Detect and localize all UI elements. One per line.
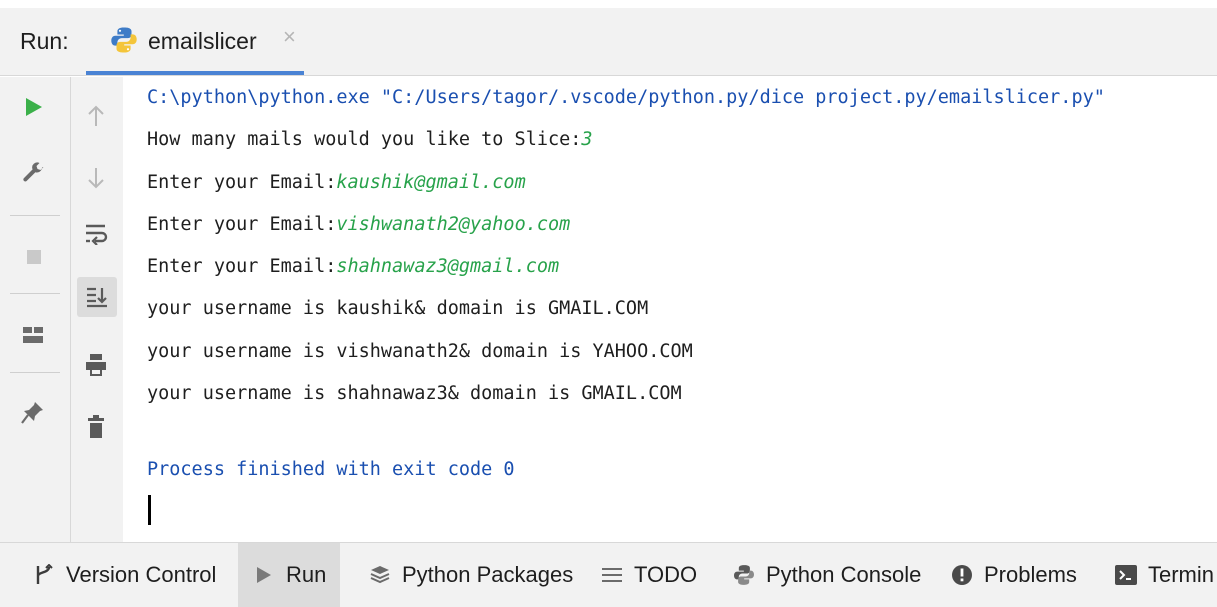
run-icon[interactable] — [20, 93, 48, 121]
console-command-line: C:\python\python.exe "C:/Users/tagor/.vs… — [147, 87, 1105, 108]
console-input: shahnawaz3@gmail.com — [336, 256, 560, 277]
tab-terminal[interactable]: Termin — [1114, 543, 1214, 607]
run-toolbar-secondary — [71, 77, 123, 542]
print-icon[interactable] — [81, 350, 111, 380]
soft-wrap-icon[interactable] — [81, 219, 111, 249]
stop-icon[interactable] — [20, 243, 48, 271]
tab-label: Run — [286, 562, 327, 587]
run-icon — [252, 563, 276, 587]
tab-title: emailslicer — [148, 28, 257, 54]
tab-version-control[interactable]: Version Control — [32, 543, 216, 607]
version-control-icon — [32, 563, 56, 587]
layout-icon[interactable] — [18, 320, 48, 350]
packages-icon — [368, 563, 392, 587]
run-panel-label: Run: — [20, 28, 69, 54]
tab-emailslicer[interactable]: emailslicer × — [86, 8, 304, 75]
text-caret — [148, 495, 151, 525]
console-prompt: How many mails would you like to Slice: — [147, 129, 582, 150]
console-line: Enter your Email:shahnawaz3@gmail.com — [147, 256, 559, 277]
separator — [10, 215, 60, 216]
problems-icon — [950, 563, 974, 587]
separator — [10, 293, 60, 294]
close-icon[interactable]: × — [283, 24, 296, 50]
tab-label: Termin — [1148, 562, 1215, 587]
tab-problems[interactable]: Problems — [950, 543, 1077, 607]
console-line: Enter your Email:vishwanath2@yahoo.com — [147, 214, 570, 235]
python-icon — [732, 563, 756, 587]
console-prompt: Enter your Email: — [147, 256, 337, 277]
run-toolbar-primary — [0, 77, 71, 542]
separator — [10, 372, 60, 373]
scroll-to-end-icon[interactable] — [77, 277, 117, 317]
wrench-icon[interactable] — [18, 159, 48, 189]
trash-icon[interactable] — [81, 412, 111, 442]
run-panel-header: Run: emailslicer × — [0, 8, 1217, 76]
console-input: 3 — [581, 129, 593, 150]
python-icon — [110, 26, 138, 54]
console-output[interactable]: C:\python\python.exe "C:/Users/tagor/.vs… — [123, 77, 1217, 542]
tab-label: Python Packages — [402, 562, 574, 587]
terminal-icon — [1114, 563, 1138, 587]
tab-run[interactable]: Run — [238, 543, 341, 607]
console-result: your username is shahnawaz3& domain is G… — [147, 383, 682, 404]
console-prompt: Enter your Email: — [147, 172, 337, 193]
list-icon — [600, 563, 624, 587]
console-result: your username is vishwanath2& domain is … — [147, 341, 693, 362]
tab-label: Version Control — [66, 562, 217, 587]
tab-todo[interactable]: TODO — [600, 543, 697, 607]
tab-label: Python Console — [766, 562, 922, 587]
console-prompt: Enter your Email: — [147, 214, 337, 235]
tab-label: Problems — [984, 562, 1077, 587]
console-input: vishwanath2@yahoo.com — [336, 214, 571, 235]
console-line: How many mails would you like to Slice:3 — [147, 129, 593, 150]
top-strip — [0, 0, 1217, 8]
ide-window: Run: emailslicer × C:\python\python.exe … — [0, 0, 1217, 607]
tab-label: TODO — [634, 562, 698, 587]
console-line: Enter your Email:kaushik@gmail.com — [147, 172, 526, 193]
tab-python-packages[interactable]: Python Packages — [368, 543, 573, 607]
tab-python-console[interactable]: Python Console — [732, 543, 921, 607]
arrow-up-icon[interactable] — [81, 101, 111, 131]
pin-icon[interactable] — [18, 397, 48, 427]
process-finished-message: Process finished with exit code 0 — [147, 459, 515, 480]
tool-window-bar: Version Control Run Python Packages TODO… — [0, 542, 1217, 607]
arrow-down-icon[interactable] — [81, 163, 111, 193]
console-input: kaushik@gmail.com — [336, 172, 526, 193]
console-result: your username is kaushik& domain is GMAI… — [147, 298, 649, 319]
